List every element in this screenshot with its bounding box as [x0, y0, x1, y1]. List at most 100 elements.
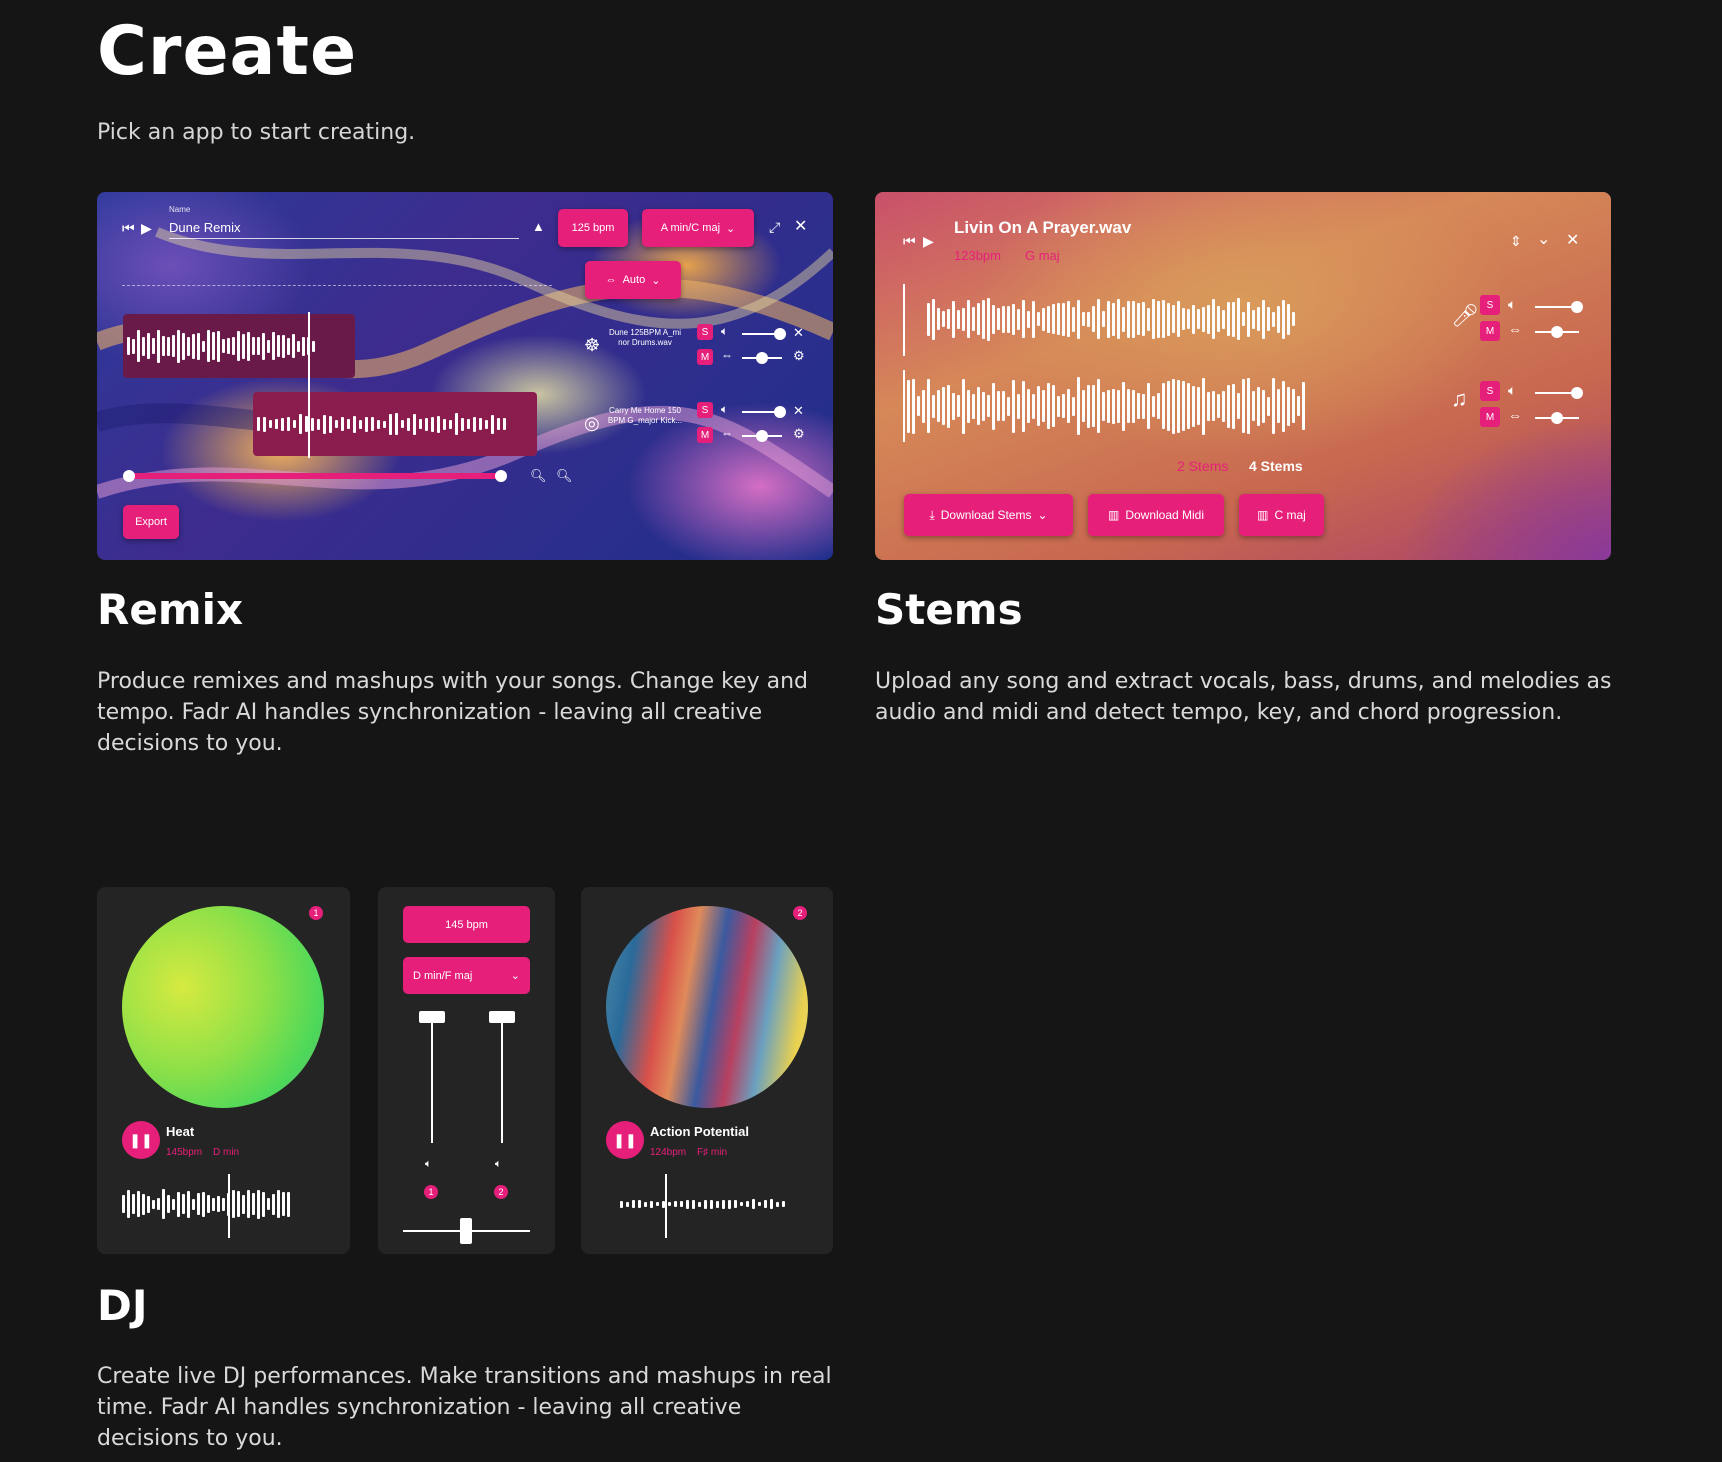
waveform-bar: [1137, 393, 1140, 419]
download-midi-label: Download Midi: [1125, 508, 1205, 522]
page-title: Create: [97, 12, 358, 91]
channel-2-fader-handle[interactable]: [489, 1011, 515, 1023]
deck-1-bpm: 145bpm: [166, 1147, 203, 1158]
waveform-bar: [656, 1202, 659, 1206]
pan-slider[interactable]: [742, 430, 782, 442]
export-button[interactable]: Export: [123, 505, 179, 539]
crossfader[interactable]: [403, 1218, 530, 1244]
remix-card[interactable]: ⏮ ▶ Name Dune Remix ▲ 125 bpm A min/C ma…: [97, 192, 833, 560]
mixer-key-dropdown[interactable]: D min/F maj ⌄: [403, 957, 530, 994]
waveform-bar: [1277, 389, 1280, 423]
waveform-bar: [952, 300, 955, 338]
metronome-icon[interactable]: ▲: [532, 220, 545, 233]
waveform-bar: [222, 339, 225, 353]
mute-button[interactable]: M: [697, 427, 713, 443]
waveform-bar: [287, 1191, 290, 1217]
playhead[interactable]: [308, 312, 310, 458]
mute-button[interactable]: M: [697, 349, 713, 365]
waveform-bar: [152, 1199, 155, 1209]
expand-icon[interactable]: ⤢: [769, 220, 780, 234]
deck-1[interactable]: 1 ❚❚ Heat 145bpm D min: [97, 887, 350, 1254]
volume-slider[interactable]: [742, 406, 786, 418]
solo-button[interactable]: S: [697, 402, 713, 418]
volume-slider[interactable]: [1535, 387, 1583, 399]
settings-icon[interactable]: ⚙: [793, 349, 805, 362]
waveform-bar: [957, 309, 960, 329]
waveform-bar: [1107, 300, 1110, 338]
waveform-bar: [917, 396, 920, 416]
settings-icon[interactable]: ⚙: [793, 427, 805, 440]
chevron-down-icon: ⌄: [510, 970, 520, 982]
crossfader-handle[interactable]: [460, 1218, 472, 1244]
mixer-bpm-button[interactable]: 145 bpm: [403, 906, 530, 943]
key-button[interactable]: ▥ C maj: [1239, 494, 1324, 536]
remove-track-icon[interactable]: ✕: [793, 404, 804, 417]
channel-2-fader[interactable]: [489, 1011, 515, 1143]
waveform-bar: [192, 1198, 195, 1210]
sort-icon[interactable]: ⇕: [1510, 234, 1522, 248]
waveform-bar: [299, 414, 302, 434]
channel-1-fader[interactable]: [419, 1011, 445, 1143]
waveform-bar: [455, 413, 458, 435]
mute-button[interactable]: M: [1480, 321, 1500, 341]
remix-name-input[interactable]: Dune Remix: [169, 220, 241, 235]
bpm-button[interactable]: 125 bpm: [558, 209, 628, 247]
zoom-out-icon[interactable]: 🔍︎: [530, 469, 547, 482]
deck-2[interactable]: 2 ❚❚ Action Potential 124bpm F♯ min: [581, 887, 833, 1254]
volume-slider[interactable]: [1535, 301, 1583, 313]
waveform-bar: [1012, 303, 1015, 335]
waveform-bar: [932, 298, 935, 340]
waveform-bar: [674, 1201, 677, 1207]
waveform-bar: [247, 1190, 250, 1218]
volume-slider[interactable]: [742, 328, 786, 340]
waveform-bar: [650, 1200, 653, 1208]
waveform-bar: [287, 417, 290, 431]
mute-button[interactable]: M: [1480, 407, 1500, 427]
close-icon[interactable]: ✕: [794, 219, 807, 235]
waveform-bar: [977, 387, 980, 425]
stems-card[interactable]: ⏮ ▶ Livin On A Prayer.wav 123bpm G maj ⇕…: [875, 192, 1611, 560]
stems-count-option-2[interactable]: 2 Stems: [1177, 458, 1228, 474]
deck-2-key: F♯ min: [697, 1147, 727, 1158]
track-2-name: Carry Me Home 150 BPM G_major Kick...: [607, 406, 683, 425]
scroll-range[interactable]: [123, 470, 507, 482]
range-end-handle[interactable]: [495, 470, 507, 482]
waveform-bar: [317, 418, 320, 430]
waveform-bar: [1142, 302, 1145, 336]
pause-button[interactable]: ❚❚: [122, 1121, 160, 1159]
key-dropdown[interactable]: A min/C maj ⌄: [642, 209, 754, 247]
waveform-bar: [503, 418, 506, 430]
play-icon[interactable]: ▶: [923, 234, 934, 248]
waveform-bar: [1247, 301, 1250, 337]
download-midi-button[interactable]: ▥ Download Midi: [1088, 494, 1224, 536]
waveform-bar: [172, 335, 175, 357]
channel-1-fader-handle[interactable]: [419, 1011, 445, 1023]
waveform-bar: [1182, 308, 1185, 330]
pan-slider[interactable]: [742, 352, 782, 364]
piano-icon: ▥: [1257, 508, 1269, 522]
waveform-bar: [1162, 300, 1165, 338]
close-icon[interactable]: ✕: [1566, 233, 1579, 249]
sync-dropdown[interactable]: ⇔ Auto ⌄: [585, 261, 681, 299]
solo-button[interactable]: S: [1480, 295, 1500, 315]
pan-slider[interactable]: [1535, 412, 1579, 424]
waveform-bar: [692, 1199, 695, 1209]
remove-track-icon[interactable]: ✕: [793, 326, 804, 339]
waveform-bar: [716, 1200, 719, 1208]
waveform-bar: [1282, 380, 1285, 432]
waveform-bar: [1212, 299, 1215, 339]
chevron-down-icon[interactable]: ⌄: [1537, 232, 1550, 248]
skip-back-icon[interactable]: ⏮: [903, 234, 916, 248]
stems-count-option-4[interactable]: 4 Stems: [1249, 458, 1303, 474]
solo-button[interactable]: S: [697, 324, 713, 340]
pause-button[interactable]: ❚❚: [606, 1121, 644, 1159]
solo-button[interactable]: S: [1480, 381, 1500, 401]
zoom-in-icon[interactable]: 🔍︎: [556, 469, 573, 482]
range-start-handle[interactable]: [123, 470, 135, 482]
waveform-bar: [1007, 305, 1010, 333]
download-stems-button[interactable]: ⤓ Download Stems ⌄: [904, 494, 1073, 536]
skip-back-icon[interactable]: ⏮: [122, 221, 135, 235]
pan-slider[interactable]: [1535, 326, 1579, 338]
waveform-bar: [263, 416, 266, 432]
play-icon[interactable]: ▶: [141, 221, 152, 235]
